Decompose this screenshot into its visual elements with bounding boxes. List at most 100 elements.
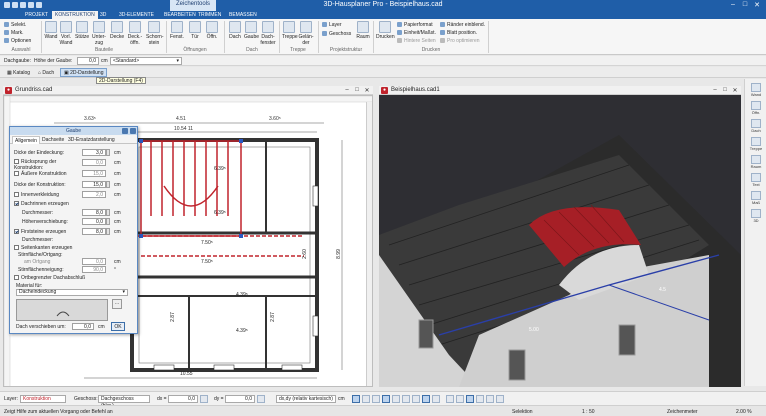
pane-maximize-button[interactable]: □ <box>721 87 729 94</box>
dock-item-raum[interactable]: Raum <box>747 155 765 169</box>
tab-dachseite[interactable]: Dachseite <box>40 136 66 144</box>
geschoss-status-dropdown[interactable]: Dachgeschoss (bkg.) <box>98 395 150 409</box>
dach-view-button[interactable]: ⌂ Dach <box>34 68 58 77</box>
gaube-button[interactable]: Gaube <box>244 21 259 40</box>
coordinate-mode-dropdown[interactable]: dx,dy (relativ kartesisch) <box>276 395 336 403</box>
seitenkanten-checkbox[interactable]: Seitenkanten erzeugen <box>14 245 72 251</box>
durchmesser1-input[interactable]: 8,0 <box>82 209 106 216</box>
gauben-hoehe-input[interactable]: 0,0 <box>77 57 99 65</box>
dachrinnen-checkbox[interactable]: Dachrinnen erzeugen <box>14 201 69 207</box>
gelaender-button[interactable]: Gelän-der <box>298 21 314 46</box>
handle[interactable] <box>239 234 243 238</box>
snap-intersection-icon[interactable] <box>392 395 400 403</box>
dicke-konstruktion-input[interactable]: 15,0 <box>82 181 106 188</box>
tab-projekt[interactable]: PROJEKT <box>22 11 51 19</box>
tab-allgemein[interactable]: Allgemein <box>12 136 40 144</box>
style-dropdown[interactable]: <Standard> ▾ <box>110 57 182 65</box>
tab-3d-ersatzdarstellung[interactable]: 3D-Ersatzdarstellung <box>66 136 117 144</box>
aeussere-checkbox[interactable]: Äußere Konstruktion <box>14 171 67 177</box>
papierformat-button[interactable]: Papierformat <box>397 22 433 28</box>
wand-button[interactable]: Wand <box>44 21 58 40</box>
3d-view-canvas[interactable]: 5.00 4.5 <box>379 95 741 387</box>
aeussere-input[interactable]: 15,0 <box>82 170 106 177</box>
plan-vertical-scrollbar[interactable] <box>366 102 372 386</box>
tab-3d-elemente[interactable]: 3D-ELEMENTE <box>116 11 157 19</box>
deckenoeffnung-button[interactable]: Deck.-öffn. <box>127 21 143 46</box>
handle[interactable] <box>139 139 143 143</box>
dormer-properties-dialog[interactable]: Gaube Allgemein Dachseite 3D-Ersatzdarst… <box>9 126 138 334</box>
dy-input[interactable]: 0,0 <box>225 395 255 403</box>
katalog-button[interactable]: ▦ Katalog <box>3 68 34 77</box>
options-button[interactable]: Optionen <box>4 38 31 44</box>
dicke-eindeckung-input[interactable]: 3,0 <box>82 149 106 156</box>
ruecksprung-input[interactable]: 0,0 <box>82 159 106 166</box>
layer-status-dropdown[interactable]: Konstruktion <box>20 395 66 403</box>
tab-bemassen[interactable]: BEMASSEN <box>226 11 260 19</box>
close-button[interactable]: ✕ <box>752 1 762 10</box>
snap-line-icon[interactable] <box>372 395 380 403</box>
dock-item-3d[interactable]: 3D <box>747 209 765 223</box>
decke-button[interactable]: Decke <box>110 21 124 40</box>
snap-point-icon[interactable] <box>362 395 370 403</box>
geschoss-button[interactable]: Geschoss <box>322 31 351 37</box>
pan-icon[interactable] <box>486 395 494 403</box>
minimize-button[interactable]: – <box>728 1 738 10</box>
snap-perpendicular-icon[interactable] <box>402 395 410 403</box>
hintere-seiten-button[interactable]: Hintere Seiten <box>397 38 436 44</box>
material-dropdown[interactable]: Dacheindeckung ▾ <box>16 289 128 296</box>
snap-midpoint-icon[interactable] <box>382 395 390 403</box>
fenster-button[interactable]: Fenst. <box>170 21 184 40</box>
drucken-button[interactable]: Drucken <box>376 21 395 40</box>
oeffnung-button[interactable]: Öffn. <box>205 21 219 40</box>
ruecksprung-checkbox[interactable]: Rücksprung der Konstruktion: <box>14 159 78 171</box>
pane-maximize-button[interactable]: □ <box>353 87 361 94</box>
material-browse-button[interactable]: … <box>112 299 122 309</box>
magnet-icon[interactable] <box>432 395 440 403</box>
dormer-outline[interactable] <box>136 140 304 257</box>
handle[interactable] <box>139 234 143 238</box>
stuetze-button[interactable]: Stütze <box>75 21 89 40</box>
dialog-title-bar[interactable]: Gaube <box>10 127 137 135</box>
dicke-eindeckung-spinner[interactable] <box>106 149 110 156</box>
zoom-window-icon[interactable] <box>466 395 474 403</box>
zoom-all-icon[interactable] <box>476 395 484 403</box>
pane-close-button[interactable]: ✕ <box>731 87 739 94</box>
select-button[interactable]: Selekt. <box>4 22 26 28</box>
dock-item-oeffnung[interactable]: Öffn. <box>747 101 765 115</box>
raender-button[interactable]: Ränder einblend. <box>440 22 485 28</box>
lock-icon[interactable] <box>257 395 265 403</box>
dicke-konstruktion-spinner[interactable] <box>106 181 110 188</box>
snap-grid-icon[interactable] <box>352 395 360 403</box>
angle-icon[interactable] <box>422 395 430 403</box>
einheit-button[interactable]: Einheit/Maßst. <box>397 30 436 36</box>
tab-konstruktion[interactable]: KONSTRUKTION <box>52 11 98 19</box>
durchmesser2-input[interactable]: 8,0 <box>82 228 106 235</box>
outer-wall[interactable] <box>130 138 319 372</box>
dormer-frame[interactable] <box>140 140 242 237</box>
pro-optimieren-button[interactable]: Pro optimieren <box>440 38 480 44</box>
hoehenverschiebung-spinner[interactable] <box>106 218 110 225</box>
innenverkleidung-input[interactable]: 2,0 <box>82 191 106 198</box>
dock-item-mass[interactable]: Maß <box>747 191 765 205</box>
dock-item-text[interactable]: Text <box>747 173 765 187</box>
maximize-button[interactable]: □ <box>740 1 750 10</box>
verschieben-input[interactable]: 0,0 <box>72 323 94 330</box>
dx-input[interactable]: 0,0 <box>168 395 198 403</box>
treppe-button[interactable]: Treppe <box>282 21 298 40</box>
stirnflaechen-input[interactable]: 90,0 <box>82 266 106 273</box>
durchmesser1-spinner[interactable] <box>106 209 110 216</box>
dock-item-wand[interactable]: Wand <box>747 83 765 97</box>
blatt-position-button[interactable]: Blatt position. <box>440 30 477 36</box>
dock-item-treppe[interactable]: Treppe <box>747 137 765 151</box>
ok-button[interactable]: OK <box>111 322 125 331</box>
help-icon[interactable] <box>122 128 128 134</box>
dock-item-dach[interactable]: Dach <box>747 119 765 133</box>
tuer-button[interactable]: Tür <box>188 21 202 40</box>
dach-button[interactable]: Dach <box>228 21 242 40</box>
vorl-wand-button[interactable]: Vorl. Wand <box>59 21 73 46</box>
pane-minimize-button[interactable]: – <box>343 87 351 94</box>
zoom-in-icon[interactable] <box>446 395 454 403</box>
ortho-icon[interactable] <box>412 395 420 403</box>
unterzug-button[interactable]: Unter-zug <box>92 21 106 46</box>
pane-close-button[interactable]: ✕ <box>363 87 371 94</box>
